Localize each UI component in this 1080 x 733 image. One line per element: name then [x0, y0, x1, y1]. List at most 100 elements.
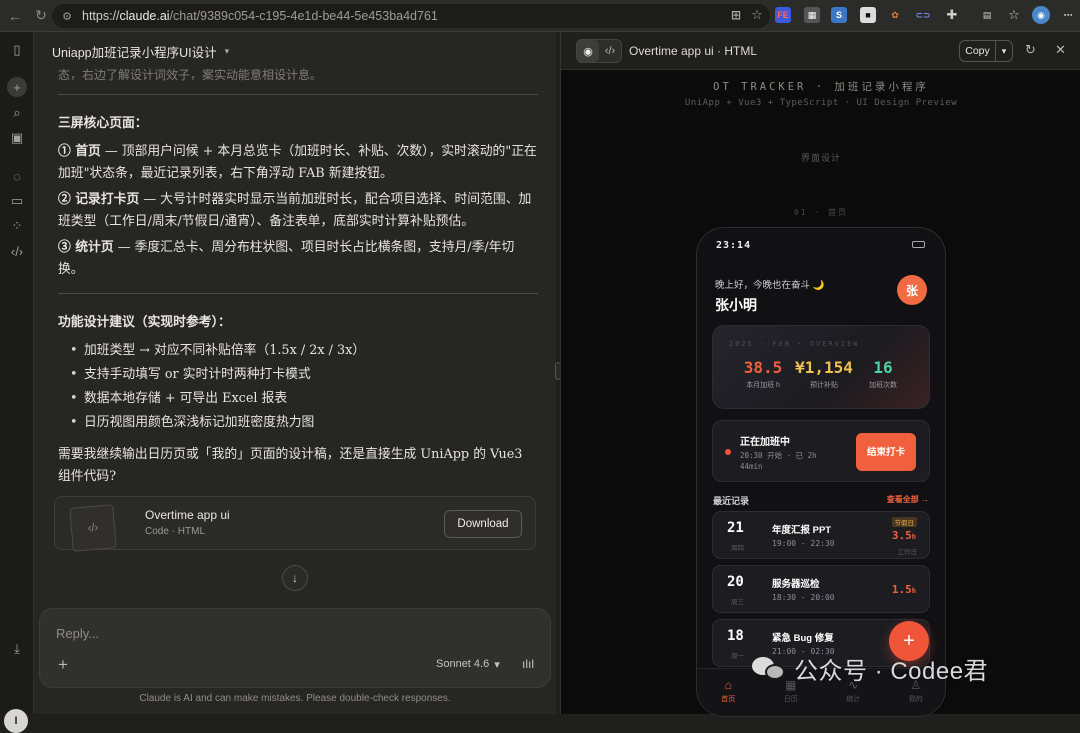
- screen-item-desc: — 顶部用户问候 + 本月总览卡（加班时长、补贴、次数），实时滚动的"正在加班"…: [58, 144, 537, 181]
- end-clock-button[interactable]: 结束打卡: [856, 433, 916, 471]
- view-all-link[interactable]: 查看全部 →: [887, 494, 929, 505]
- reload-icon[interactable]: ↻: [30, 5, 52, 27]
- extension-square-icon[interactable]: ■: [860, 7, 876, 23]
- artifact-card[interactable]: ‹/› Overtime app ui Code · HTML Download: [54, 496, 536, 552]
- record-hours: 3.5h: [892, 529, 916, 542]
- record-day: 20: [727, 574, 744, 590]
- chat-title[interactable]: Uniapp加班记录小程序UI设计 ▾: [52, 42, 229, 61]
- bookmark-star-icon[interactable]: ☆: [749, 7, 765, 23]
- stat-hours: 38.5 本月加班 h: [735, 358, 791, 390]
- refresh-icon[interactable]: ↻: [1025, 42, 1036, 58]
- screen-item-name: ③ 统计页: [58, 240, 114, 255]
- folder-icon[interactable]: ▭: [7, 191, 27, 211]
- chevron-down-icon[interactable]: ▾: [996, 41, 1012, 61]
- summary-kicker: 2025 · FEB · OVERVIEW: [729, 340, 860, 348]
- site-info-icon[interactable]: ⚙: [60, 9, 74, 23]
- assistant-message: 态，右边了解设计词效子，案实动能意相设计息。 三屏核心页面： ① 首页 — 顶部…: [58, 68, 538, 488]
- sidebar-panel-icon[interactable]: ▯: [7, 40, 27, 60]
- home-icon: ⌂: [724, 678, 732, 692]
- copy-button[interactable]: Copy ▾: [959, 40, 1013, 62]
- stat-value: ¥1,154: [795, 358, 853, 377]
- ongoing-title: 正在加班中: [740, 437, 790, 448]
- code-file-icon: ‹/›: [69, 504, 117, 552]
- profile-avatar-icon[interactable]: ◉: [1032, 6, 1050, 24]
- screen-item-home: ① 首页 — 顶部用户问候 + 本月总览卡（加班时长、补贴、次数），实时滚动的"…: [58, 141, 538, 185]
- extension-flower-icon[interactable]: ✿: [887, 7, 903, 23]
- greeting: 晚上好，今晚也在奋斗 🌙: [715, 280, 825, 291]
- voice-input-icon[interactable]: ılıl: [522, 657, 534, 671]
- scroll-down-icon[interactable]: ↓: [282, 565, 308, 591]
- ongoing-overtime-bar[interactable]: 正在加班中 20:30 开始 · 已 2h 44min 结束打卡: [712, 420, 930, 482]
- avatar[interactable]: 张: [897, 275, 927, 305]
- chevron-down-icon: ▾: [494, 659, 500, 671]
- app-sidebar-rail: ▯ + ⌕ ▣ ◌ ▭ ⁘ ‹/› ⤓ I: [0, 32, 34, 733]
- preview-eye-icon[interactable]: ◉: [577, 40, 599, 62]
- url-path: /chat/9389c054-c195-4e1d-be44-5e453ba4d7…: [169, 9, 438, 23]
- user-avatar[interactable]: I: [4, 709, 28, 733]
- status-time: 23:14: [716, 240, 752, 251]
- back-arrow-icon[interactable]: ←: [4, 5, 26, 27]
- list-item: 加班类型 → 对应不同补贴倍率（1.5x / 2x / 3x）: [66, 340, 538, 362]
- message-top-fragment: 态，右边了解设计词效子，案实动能意相设计息。: [58, 68, 323, 82]
- extensions-puzzle-icon[interactable]: ✚: [944, 7, 960, 23]
- preview-header: ◉ ‹/› Overtime app ui · HTML Copy ▾ ↻ ✕: [561, 32, 1080, 70]
- copy-label[interactable]: Copy: [960, 41, 996, 61]
- sidebar-toggle-icon[interactable]: ▤: [979, 7, 995, 23]
- record-day: 18: [727, 628, 744, 644]
- extension-fe-icon[interactable]: FE: [775, 7, 791, 23]
- new-chat-icon[interactable]: +: [7, 77, 27, 97]
- ongoing-subtitle: 20:30 开始 · 已 2h 44min: [740, 451, 817, 471]
- live-dot: [725, 449, 731, 455]
- record-item[interactable]: 21 周四 年度汇报 PPT 19:00 - 22:30 3.5h 节假日 工作…: [712, 511, 930, 559]
- reply-input[interactable]: Reply...: [56, 626, 99, 641]
- preview-title: Overtime app ui · HTML: [629, 44, 758, 58]
- screen-item-name: ① 首页: [58, 144, 101, 159]
- section-label: 界面设计: [800, 153, 841, 163]
- artifact-preview-panel: ◉ ‹/› Overtime app ui · HTML Copy ▾ ↻ ✕ …: [560, 32, 1080, 717]
- tab-label: 我的: [908, 696, 923, 703]
- add-attachment-icon[interactable]: +: [58, 655, 68, 675]
- record-weekday: 周四: [731, 545, 744, 552]
- record-hours-unit: h: [911, 587, 916, 595]
- record-title: 年度汇报 PPT: [772, 525, 832, 536]
- stat-value: 38.5: [743, 358, 783, 377]
- projects-icon[interactable]: ▣: [7, 128, 27, 148]
- url-host: claude.ai: [119, 9, 170, 23]
- record-time: 19:00 - 22:30: [772, 539, 835, 548]
- watermark-text: 公众号 · Codee君: [794, 658, 989, 685]
- artifacts-icon[interactable]: ⁘: [7, 216, 27, 236]
- record-type-badge: 节假日: [891, 517, 917, 527]
- disclaimer-text: Claude is AI and can make mistakes. Plea…: [139, 693, 451, 704]
- model-selector[interactable]: Sonnet 4.6 ▾: [436, 658, 500, 671]
- code-view-icon[interactable]: ‹/›: [599, 40, 621, 62]
- chat-panel: Uniapp加班记录小程序UI设计 ▾ 态，右边了解设计词效子，案实动能意相设计…: [34, 32, 556, 714]
- translate-icon[interactable]: ⊞: [728, 7, 744, 23]
- view-toggle[interactable]: ◉ ‹/›: [576, 39, 622, 63]
- chevron-down-icon: ▾: [224, 46, 230, 56]
- screen-item-name: ② 记录打卡页: [58, 192, 140, 207]
- record-item[interactable]: 20 周三 服务器巡检 18:30 - 20:00 1.5h: [712, 565, 930, 613]
- download-app-icon[interactable]: ⤓: [7, 639, 27, 659]
- address-bar[interactable]: ⚙ https://claude.ai/chat/9389c054-c195-4…: [52, 4, 770, 28]
- close-icon[interactable]: ✕: [1055, 42, 1066, 58]
- extension-s-icon[interactable]: S: [831, 7, 847, 23]
- record-hours: 1.5h: [892, 583, 916, 596]
- screen-item-desc: — 季度汇总卡、周分布柱状图、项目时长占比横条图，支持月/季/年切换。: [58, 240, 515, 277]
- chats-icon[interactable]: ◌: [7, 166, 27, 186]
- suggestion-list: 加班类型 → 对应不同补贴倍率（1.5x / 2x / 3x） 支持手动填写 o…: [66, 340, 538, 434]
- divider: [58, 94, 538, 95]
- stat-subsidy: ¥1,154 预计补贴: [787, 358, 861, 390]
- favorites-icon[interactable]: ☆: [1006, 7, 1022, 23]
- more-menu-icon[interactable]: ⋯: [1060, 7, 1076, 23]
- download-button[interactable]: Download: [444, 510, 522, 538]
- artifact-name: Overtime app ui: [145, 508, 230, 522]
- tab-home[interactable]: ⌂ 首页: [697, 669, 760, 716]
- wechat-watermark: 公众号 · Codee君: [752, 651, 988, 686]
- search-icon[interactable]: ⌕: [7, 103, 27, 123]
- reply-composer[interactable]: Reply... + Sonnet 4.6 ▾ ılıl: [39, 608, 551, 688]
- suggest-heading: 功能设计建议（实现时参考）：: [58, 315, 231, 330]
- code-icon[interactable]: ‹/›: [7, 241, 27, 261]
- stat-label: 预计补贴: [810, 382, 838, 389]
- extension-link-icon[interactable]: ⊂⊃: [915, 7, 931, 23]
- extension-qr-icon[interactable]: ▦: [804, 7, 820, 23]
